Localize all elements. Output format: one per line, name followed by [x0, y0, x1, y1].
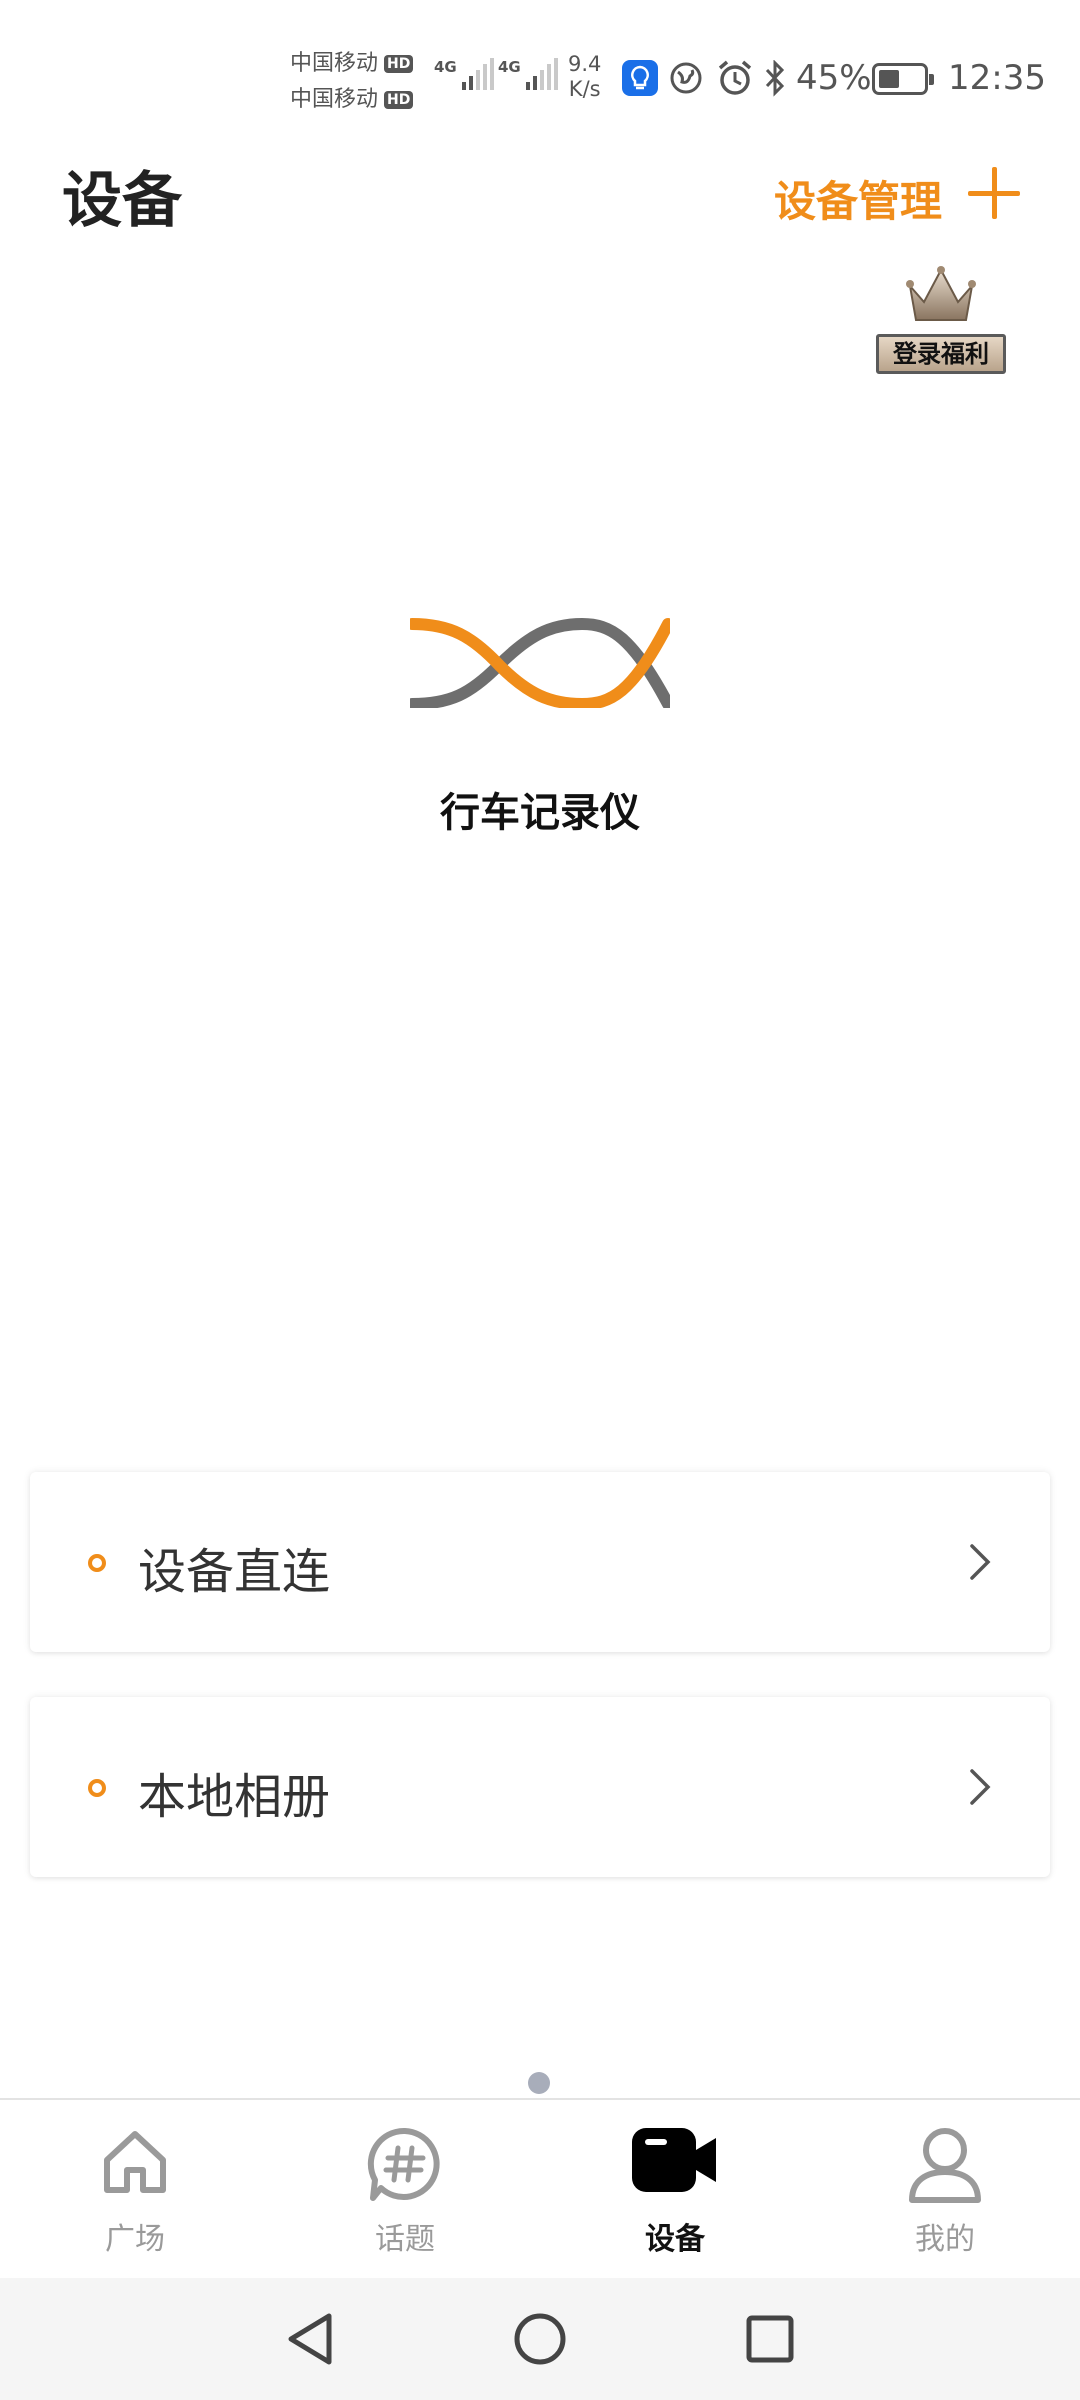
- chevron-right-icon: [970, 1544, 991, 1580]
- device-manage-button[interactable]: 设备管理: [774, 168, 942, 229]
- home-circle-icon: [514, 2313, 566, 2365]
- alarm-icon: [718, 60, 752, 95]
- signal-2-icon: 4G: [498, 58, 558, 90]
- recents-square-icon: [746, 2315, 794, 2363]
- home-icon: [104, 2131, 166, 2193]
- hd-badge: HD: [384, 55, 414, 73]
- nav-label: 我的: [915, 2222, 975, 2257]
- device-name: 行车记录仪: [440, 790, 640, 836]
- battery-icon: [872, 63, 934, 95]
- direct-connect-item[interactable]: 设备直连: [30, 1472, 1050, 1652]
- network-type-label: 4G: [434, 58, 457, 76]
- dashcam-logo-icon: [410, 617, 670, 708]
- local-album-item[interactable]: 本地相册: [30, 1697, 1050, 1877]
- hashtag-icon: [367, 2127, 440, 2201]
- login-benefit-label: 登录福利: [876, 334, 1006, 374]
- nav-label: 广场: [105, 2222, 165, 2257]
- back-triangle-icon: [288, 2313, 332, 2365]
- hd-badge: HD: [384, 91, 414, 109]
- chevron-right-icon: [970, 1769, 991, 1805]
- carrier-info: 中国移动 HD 中国移动 HD: [290, 46, 414, 118]
- nav-item-topics[interactable]: 话题: [270, 2100, 540, 2280]
- list-item-label: 本地相册: [138, 1769, 331, 1825]
- nav-item-mine[interactable]: 我的: [810, 2100, 1080, 2280]
- bullet-dot-icon: [88, 1779, 106, 1797]
- person-icon: [909, 2128, 981, 2203]
- bluetooth-icon: [765, 60, 785, 97]
- network-type-label: 4G: [498, 58, 521, 76]
- recents-button[interactable]: [710, 2278, 830, 2400]
- page-title: 设备: [62, 166, 182, 236]
- net-speed-unit: K/s: [568, 77, 601, 101]
- home-button[interactable]: [480, 2278, 600, 2400]
- camera-icon: [632, 2128, 716, 2192]
- add-device-icon[interactable]: [968, 165, 1024, 221]
- device-screen: 中国移动 HD 中国移动 HD 4G 4G 9.4 K/s 45% 12:35 …: [0, 0, 1080, 2400]
- system-nav-bar: [0, 2278, 1080, 2400]
- list-item-label: 设备直连: [138, 1544, 331, 1600]
- net-speed-value: 9.4: [568, 52, 602, 76]
- carrier-1-label: 中国移动: [290, 51, 379, 76]
- login-benefit-button[interactable]: 登录福利: [876, 262, 1006, 374]
- clock: 12:35: [948, 58, 1046, 98]
- carrier-2-label: 中国移动: [290, 87, 379, 112]
- bottom-nav: 广场 话题 设备 我的: [0, 2098, 1080, 2278]
- globe-icon: [670, 62, 702, 94]
- signal-1-icon: 4G: [434, 58, 494, 90]
- net-speed: 9.4 K/s: [568, 52, 601, 102]
- back-button[interactable]: [250, 2278, 370, 2400]
- crown-icon: [906, 266, 976, 321]
- page-indicator-dot: [528, 2072, 550, 2094]
- battery-percent: 45%: [796, 58, 872, 98]
- status-bar: 中国移动 HD 中国移动 HD 4G 4G 9.4 K/s 45% 12:35: [0, 0, 1080, 150]
- bullet-dot-icon: [88, 1554, 106, 1572]
- nav-item-plaza[interactable]: 广场: [0, 2100, 270, 2280]
- nav-item-device[interactable]: 设备: [540, 2100, 810, 2280]
- nav-label: 话题: [375, 2222, 435, 2257]
- nav-label: 设备: [645, 2222, 705, 2257]
- bulb-app-icon: [622, 60, 658, 96]
